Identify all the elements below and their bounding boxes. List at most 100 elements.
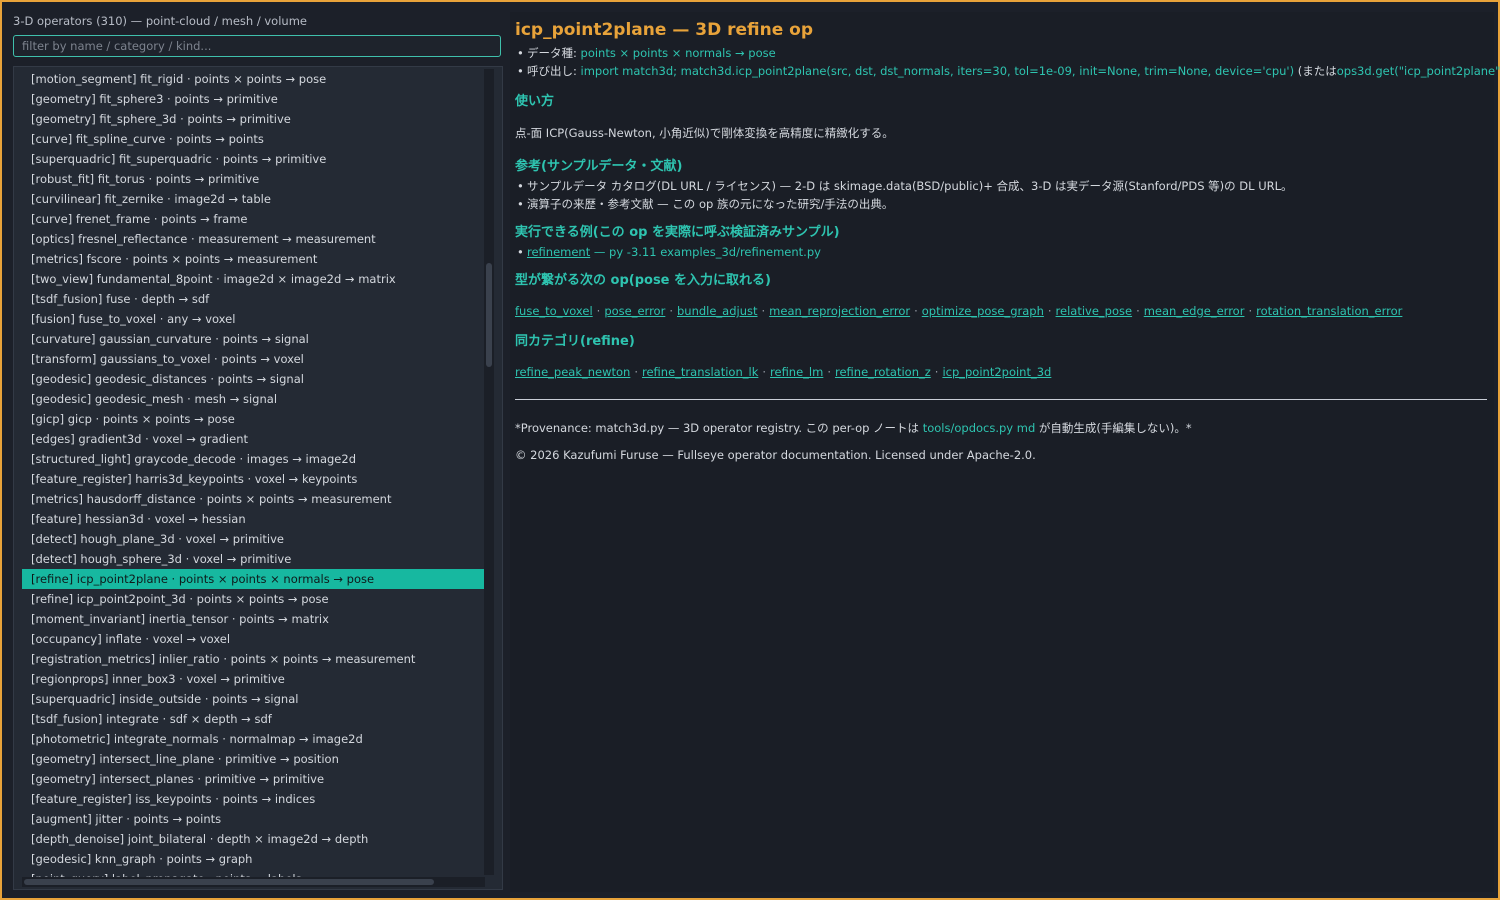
operator-list-item[interactable]: [geodesic] knn_graph · points → graph bbox=[22, 849, 485, 869]
call-alt-code: ops3d.get("icp_point2plane") bbox=[1336, 64, 1500, 78]
provenance-note: *Provenance: match3d.py — 3D operator re… bbox=[515, 420, 1487, 436]
operator-list-item[interactable]: [fusion] fuse_to_voxel · any → voxel bbox=[22, 309, 485, 329]
next-op-link[interactable]: optimize_pose_graph bbox=[922, 304, 1044, 318]
vertical-scrollbar[interactable] bbox=[484, 69, 494, 875]
next-ops-links: fuse_to_voxel · pose_error · bundle_adjust · m… bbox=[515, 304, 1487, 318]
operator-list-item[interactable]: [feature_register] harris3d_keypoints · … bbox=[22, 469, 485, 489]
same-category-op-link[interactable]: refine_rotation_z bbox=[835, 365, 931, 379]
same-category-op-link[interactable]: icp_point2point_3d bbox=[942, 365, 1051, 379]
examples-heading: 実行できる例(この op を実際に呼ぶ検証済みサンプル) bbox=[515, 225, 840, 240]
example-item: refinement — py -3.11 examples_3d/refine… bbox=[515, 243, 1487, 261]
reference-item: 演算子の来歴・参考文献 — この op 族の元になった研究/手法の出典。 bbox=[515, 195, 1487, 213]
operator-list-item[interactable]: [tsdf_fusion] fuse · depth → sdf bbox=[22, 289, 485, 309]
next-op-link[interactable]: pose_error bbox=[604, 304, 665, 318]
operator-list-item[interactable]: [detect] hough_sphere_3d · voxel → primi… bbox=[22, 549, 485, 569]
operator-list-item[interactable]: [edges] gradient3d · voxel → gradient bbox=[22, 429, 485, 449]
operator-list-item[interactable]: [robust_fit] fit_torus · points → primit… bbox=[22, 169, 485, 189]
reference-item: サンプルデータ カタログ(DL URL / ライセンス) — 2-D は ski… bbox=[515, 177, 1487, 195]
operator-list-item[interactable]: [regionprops] inner_box3 · voxel → primi… bbox=[22, 669, 485, 689]
link-separator: · bbox=[761, 304, 766, 318]
operator-list-item[interactable]: [augment] jitter · points → points bbox=[22, 809, 485, 829]
operator-list-item[interactable]: [detect] hough_plane_3d · voxel → primit… bbox=[22, 529, 485, 549]
operator-list-item[interactable]: [metrics] hausdorff_distance · points × … bbox=[22, 489, 485, 509]
operator-list-item[interactable]: [transform] gaussians_to_voxel · points … bbox=[22, 349, 485, 369]
same-category-op-link[interactable]: refine_peak_newton bbox=[515, 365, 630, 379]
operator-list-item[interactable]: [optics] fresnel_reflectance · measureme… bbox=[22, 229, 485, 249]
link-separator: · bbox=[934, 365, 939, 379]
operator-list-item[interactable]: [motion_segment] fit_rigid · points × po… bbox=[22, 69, 485, 89]
operator-list-title: 3-D operators (310) — point-cloud / mesh… bbox=[13, 14, 307, 28]
app-window: 3-D operators (310) — point-cloud / mesh… bbox=[0, 0, 1500, 900]
example-link[interactable]: refinement bbox=[527, 245, 590, 259]
references-list: サンプルデータ カタログ(DL URL / ライセンス) — 2-D は ski… bbox=[515, 177, 1487, 213]
operator-list-item[interactable]: [structured_light] graycode_decode · ima… bbox=[22, 449, 485, 469]
example-separator: — bbox=[593, 245, 606, 259]
same-category-heading: 同カテゴリ(refine) bbox=[515, 334, 635, 349]
next-op-link[interactable]: mean_edge_error bbox=[1144, 304, 1245, 318]
operator-list-item[interactable]: [registration_metrics] inlier_ratio · po… bbox=[22, 649, 485, 669]
link-separator: · bbox=[1136, 304, 1140, 318]
provenance-suffix: が自動生成(手編集しない)。* bbox=[1038, 421, 1192, 435]
usage-heading: 使い方 bbox=[515, 94, 555, 109]
operator-list-item[interactable]: [photometric] integrate_normals · normal… bbox=[22, 729, 485, 749]
operator-list-item[interactable]: [depth_denoise] joint_bilateral · depth … bbox=[22, 829, 485, 849]
operator-list-item[interactable]: [geometry] intersect_line_plane · primit… bbox=[22, 749, 485, 769]
next-op-link[interactable]: rotation_translation_error bbox=[1256, 304, 1402, 318]
divider bbox=[515, 399, 1487, 400]
provenance-link[interactable]: tools/opdocs.py md bbox=[923, 421, 1036, 435]
operator-list-item[interactable]: [geometry] intersect_planes · primitive … bbox=[22, 769, 485, 789]
operator-list-item-selected[interactable]: [refine] icp_point2plane · points × poin… bbox=[22, 569, 485, 589]
call-label: 呼び出し: bbox=[527, 64, 577, 78]
operator-list-item[interactable]: [geometry] fit_sphere3 · points → primit… bbox=[22, 89, 485, 109]
next-op-link[interactable]: mean_reprojection_error bbox=[769, 304, 910, 318]
provenance-prefix: *Provenance: match3d.py — 3D operator re… bbox=[515, 421, 920, 435]
same-category-op-link[interactable]: refine_lm bbox=[770, 365, 823, 379]
operator-listbox[interactable]: [motion_segment] fit_rigid · points × po… bbox=[13, 66, 503, 890]
doc-panel: icp_point2plane — 3D refine op データ種: poi… bbox=[510, 12, 1500, 892]
operator-list-item[interactable]: [geodesic] geodesic_mesh · mesh → signal bbox=[22, 389, 485, 409]
operator-list-item[interactable]: [curvilinear] fit_zernike · image2d → ta… bbox=[22, 189, 485, 209]
operator-list-item[interactable]: [curvature] gaussian_curvature · points … bbox=[22, 329, 485, 349]
link-separator: · bbox=[634, 365, 638, 379]
filter-input[interactable] bbox=[13, 35, 501, 57]
vertical-scrollbar-thumb[interactable] bbox=[486, 263, 492, 367]
operator-list-item[interactable]: [geometry] fit_sphere_3d · points → prim… bbox=[22, 109, 485, 129]
call-item: 呼び出し: import match3d; match3d.icp_point2… bbox=[515, 62, 1500, 80]
same-category-op-link[interactable]: refine_translation_lk bbox=[642, 365, 758, 379]
call-code: import match3d; match3d.icp_point2plane(… bbox=[580, 64, 1295, 78]
link-separator: · bbox=[596, 304, 601, 318]
operator-list-item[interactable]: [occupancy] inflate · voxel → voxel bbox=[22, 629, 485, 649]
operator-list-item[interactable]: [curve] frenet_frame · points → frame bbox=[22, 209, 485, 229]
usage-text: 点-面 ICP(Gauss-Newton, 小角近似)で剛体変換を高精度に精緻化… bbox=[515, 126, 894, 140]
operator-list-item[interactable]: [two_view] fundamental_8point · image2d … bbox=[22, 269, 485, 289]
link-separator: · bbox=[762, 365, 767, 379]
horizontal-scrollbar[interactable] bbox=[22, 877, 485, 887]
operator-list-item[interactable]: [feature] hessian3d · voxel → hessian bbox=[22, 509, 485, 529]
operator-list: [motion_segment] fit_rigid · points × po… bbox=[22, 69, 485, 889]
operator-list-item[interactable]: [superquadric] inside_outside · points →… bbox=[22, 689, 485, 709]
copyright: © 2026 Kazufumi Furuse — Fullseye operat… bbox=[515, 448, 1036, 462]
horizontal-scrollbar-thumb[interactable] bbox=[24, 879, 434, 885]
examples-list: refinement — py -3.11 examples_3d/refine… bbox=[515, 243, 1487, 261]
references-heading: 参考(サンプルデータ・文献) bbox=[515, 159, 683, 174]
data-kind-value: points × points × normals → pose bbox=[580, 46, 776, 60]
data-kind-item: データ種: points × points × normals → pose bbox=[515, 44, 1487, 62]
operator-list-item[interactable]: [curve] fit_spline_curve · points → poin… bbox=[22, 129, 485, 149]
next-op-link[interactable]: fuse_to_voxel bbox=[515, 304, 593, 318]
operator-list-item[interactable]: [moment_invariant] inertia_tensor · poin… bbox=[22, 609, 485, 629]
same-category-links: refine_peak_newton · refine_translation_lk… bbox=[515, 365, 1487, 379]
data-kind-label: データ種: bbox=[527, 46, 577, 60]
operator-list-item[interactable]: [geodesic] geodesic_distances · points →… bbox=[22, 369, 485, 389]
operator-list-item[interactable]: [tsdf_fusion] integrate · sdf × depth → … bbox=[22, 709, 485, 729]
doc-content: icp_point2plane — 3D refine op データ種: poi… bbox=[515, 12, 1500, 462]
operator-list-item[interactable]: [feature_register] iss_keypoints · point… bbox=[22, 789, 485, 809]
operator-list-item[interactable]: [superquadric] fit_superquadric · points… bbox=[22, 149, 485, 169]
next-op-link[interactable]: relative_pose bbox=[1056, 304, 1133, 318]
link-separator: · bbox=[1248, 304, 1253, 318]
link-separator: · bbox=[827, 365, 831, 379]
next-op-link[interactable]: bundle_adjust bbox=[677, 304, 758, 318]
operator-list-item[interactable]: [metrics] fscore · points × points → mea… bbox=[22, 249, 485, 269]
operator-list-item[interactable]: [gicp] gicp · points × points → pose bbox=[22, 409, 485, 429]
op-facts: データ種: points × points × normals → pose 呼… bbox=[515, 44, 1500, 80]
operator-list-item[interactable]: [refine] icp_point2point_3d · points × p… bbox=[22, 589, 485, 609]
